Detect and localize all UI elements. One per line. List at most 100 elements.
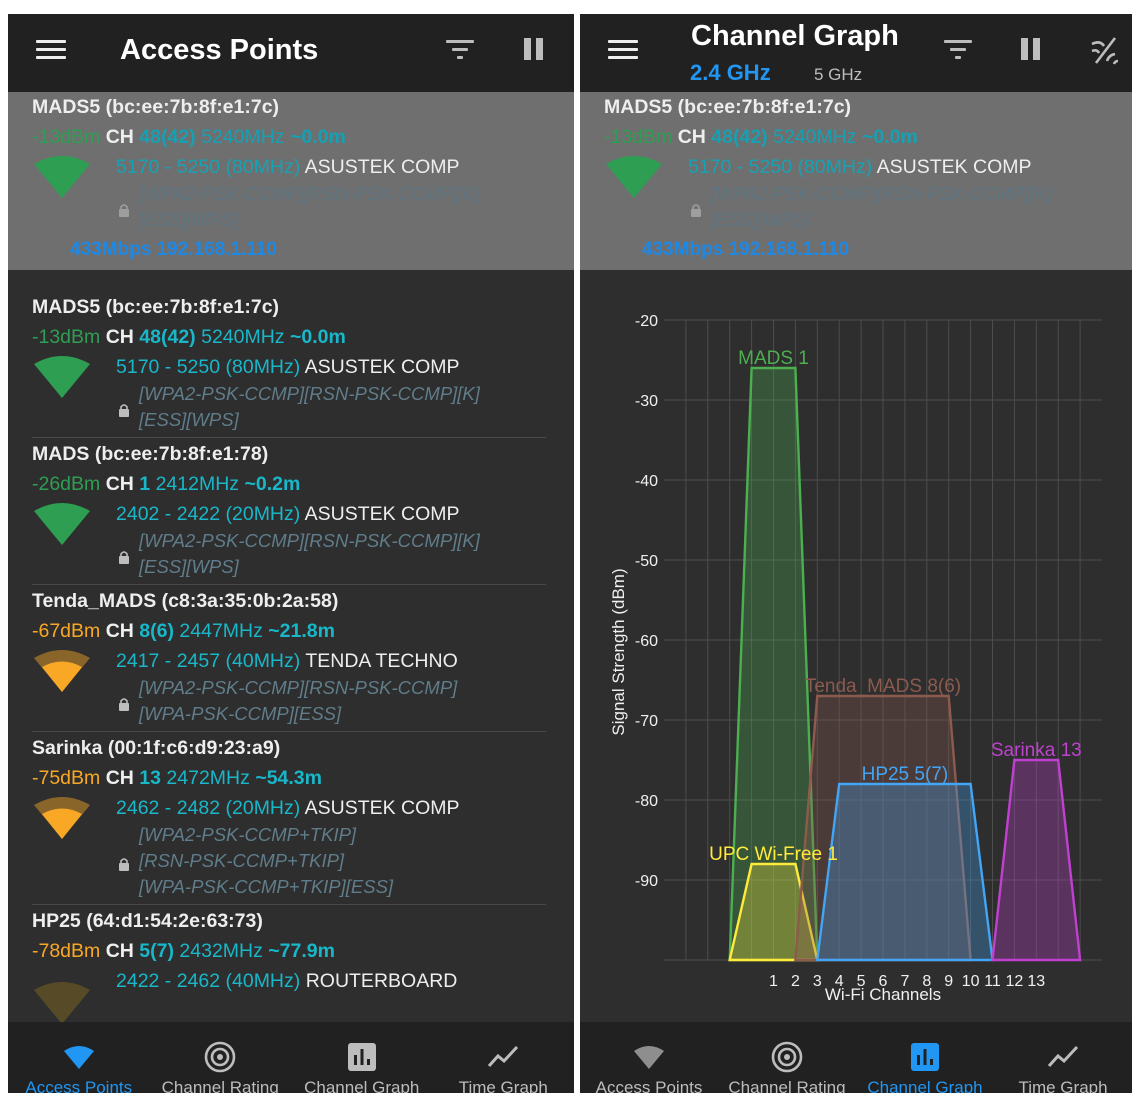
- band-tab-5ghz[interactable]: 5 GHz: [814, 65, 862, 85]
- filter-icon[interactable]: [446, 40, 474, 60]
- series-area: [991, 758, 1082, 962]
- wifi-scan-icon[interactable]: [1088, 34, 1124, 68]
- lock-icon: [691, 204, 701, 217]
- channel-number: 48(42): [139, 326, 196, 348]
- page-title: Access Points: [120, 34, 319, 66]
- x-tick-label: 12: [1006, 973, 1024, 990]
- access-point-item[interactable]: Sarinka (00:1f:c6:d9:23:a9) -75dBm CH 13 …: [8, 733, 574, 906]
- list-divider: [32, 584, 546, 585]
- security-capabilities: [WPA2-PSK-CCMP][RSN-PSK-CCMP][K]: [711, 183, 1052, 204]
- wifi-signal-icon: [34, 503, 90, 545]
- filter-icon[interactable]: [944, 40, 972, 60]
- vendor: ASUSTEK COMP: [304, 356, 460, 378]
- app-bar: Channel Graph 2.4 GHz 5 GHz: [580, 14, 1132, 92]
- wifi-signal-icon: [34, 797, 90, 839]
- channel-number: 1: [139, 473, 151, 495]
- nav-item-channel-graph[interactable]: Channel Graph: [856, 1022, 994, 1093]
- access-point-item[interactable]: MADS (bc:ee:7b:8f:e1:78) -26dBm CH 1 2412…: [8, 439, 574, 586]
- ap-name: Tenda_MADS (c8:3a:35:0b:2a:58): [32, 590, 339, 612]
- frequency: 2472MHz: [166, 767, 250, 789]
- ap-name: MADS5 (bc:ee:7b:8f:e1:7c): [32, 96, 280, 118]
- frequency-range: 2417 - 2457 (40MHz): [116, 650, 301, 672]
- signal-strength: -13dBm: [604, 126, 673, 148]
- access-point-item[interactable]: Tenda_MADS (c8:3a:35:0b:2a:58) -67dBm CH …: [8, 586, 574, 733]
- channel-rating-icon: [204, 1041, 236, 1073]
- x-tick-label: 3: [813, 973, 822, 990]
- ap-stats: -13dBm CH 48(42) 5240MHz ~0.0m: [604, 124, 918, 150]
- channel-number: 8(6): [139, 620, 174, 642]
- page-title: Channel Graph: [691, 20, 899, 52]
- nav-item-channel-rating[interactable]: Channel Rating: [150, 1022, 292, 1093]
- security-capabilities: [ESS][WPS]: [139, 556, 239, 577]
- menu-icon[interactable]: [608, 38, 638, 62]
- frequency: 5240MHz: [201, 326, 285, 348]
- nav-item-time-graph[interactable]: Time Graph: [994, 1022, 1132, 1093]
- signal-strength: -67dBm: [32, 620, 101, 642]
- access-point-item[interactable]: MADS5 (bc:ee:7b:8f:e1:7c) -13dBm CH 48(42…: [8, 92, 574, 270]
- access-point-item[interactable]: HP25 (64:d1:54:2e:63:73) -78dBm CH 5(7) 2…: [8, 906, 574, 1024]
- x-tick-label: 11: [984, 973, 1001, 990]
- vendor: ASUSTEK COMP: [304, 156, 460, 178]
- x-tick-label: 10: [962, 973, 980, 990]
- nav-label: Channel Graph: [304, 1078, 420, 1093]
- security-capabilities: [ESS][WPS]: [711, 209, 811, 230]
- pause-icon[interactable]: [523, 38, 545, 62]
- nav-item-channel-rating[interactable]: Channel Rating: [718, 1022, 856, 1093]
- nav-label: Access Points: [595, 1078, 703, 1093]
- menu-icon[interactable]: [36, 38, 66, 62]
- nav-item-channel-graph[interactable]: Channel Graph: [291, 1022, 433, 1093]
- ap-range: 2462 - 2482 (20MHz) ASUSTEK COMP: [116, 795, 460, 821]
- frequency-range: 2462 - 2482 (20MHz): [116, 797, 301, 819]
- y-tick-label: -60: [635, 633, 658, 650]
- signal-strength: -75dBm: [32, 767, 101, 789]
- y-tick-label: -90: [635, 873, 658, 890]
- list-divider: [32, 904, 546, 905]
- lock-icon: [119, 204, 129, 217]
- y-tick-label: -40: [635, 473, 658, 490]
- ap-name: MADS (bc:ee:7b:8f:e1:78): [32, 443, 269, 465]
- channel-graph-icon: [911, 1043, 939, 1071]
- ap-name: HP25 (64:d1:54:2e:63:73): [32, 910, 263, 932]
- access-point-item[interactable]: MADS5 (bc:ee:7b:8f:e1:7c) -13dBm CH 48(42…: [580, 92, 1132, 270]
- link-info: 433Mbps 192.168.1.110: [70, 239, 278, 260]
- pause-icon[interactable]: [1020, 38, 1042, 62]
- channel-number: 48(42): [711, 126, 768, 148]
- distance: ~54.3m: [255, 767, 322, 789]
- wifi-signal-icon: [34, 156, 90, 198]
- vendor: ASUSTEK COMP: [304, 503, 460, 525]
- distance: ~0.0m: [289, 126, 346, 148]
- security-capabilities: [WPA2-PSK-CCMP][RSN-PSK-CCMP]: [139, 677, 458, 698]
- frequency-range: 5170 - 5250 (80MHz): [116, 156, 301, 178]
- nav-label: Time Graph: [458, 1078, 548, 1093]
- nav-item-time-graph[interactable]: Time Graph: [433, 1022, 575, 1093]
- nav-label: Access Points: [25, 1078, 133, 1093]
- frequency-range: 2422 - 2462 (40MHz): [116, 970, 301, 992]
- nav-item-access-points[interactable]: Access Points: [580, 1022, 718, 1093]
- series-area: [815, 782, 994, 962]
- x-tick-label: 9: [944, 973, 953, 990]
- x-axis-title: Wi-Fi Channels: [825, 985, 941, 1004]
- distance: ~77.9m: [268, 940, 335, 962]
- ap-range: 5170 - 5250 (80MHz) ASUSTEK COMP: [688, 154, 1032, 180]
- ap-range: 2422 - 2462 (40MHz) ROUTERBOARD: [116, 968, 457, 994]
- bottom-nav: Access Points Channel Rating Channel Graph…: [8, 1022, 574, 1093]
- ap-stats: -78dBm CH 5(7) 2432MHz ~77.9m: [32, 938, 335, 964]
- lock-icon: [119, 551, 129, 564]
- access-point-item[interactable]: MADS5 (bc:ee:7b:8f:e1:7c) -13dBm CH 48(42…: [8, 292, 574, 439]
- distance: ~0.2m: [244, 473, 301, 495]
- channel-label: CH: [105, 126, 134, 148]
- series-label: MADS 1: [738, 348, 809, 369]
- bottom-nav: Access Points Channel Rating Channel Graph…: [580, 1022, 1132, 1093]
- security-capabilities: [WPA2-PSK-CCMP][RSN-PSK-CCMP][K]: [139, 183, 480, 204]
- vendor: ASUSTEK COMP: [876, 156, 1032, 178]
- security-capabilities: [WPA-PSK-CCMP+TKIP][ESS]: [139, 876, 394, 897]
- ap-stats: -67dBm CH 8(6) 2447MHz ~21.8m: [32, 618, 335, 644]
- band-tab-2-4ghz[interactable]: 2.4 GHz: [690, 60, 771, 86]
- wifi-signal-icon: [606, 156, 662, 198]
- ap-name: MADS5 (bc:ee:7b:8f:e1:7c): [604, 96, 852, 118]
- channel-number: 48(42): [139, 126, 196, 148]
- access-points-icon: [63, 1046, 94, 1069]
- y-tick-label: -70: [635, 713, 658, 730]
- nav-item-access-points[interactable]: Access Points: [8, 1022, 150, 1093]
- nav-label: Channel Rating: [161, 1078, 279, 1093]
